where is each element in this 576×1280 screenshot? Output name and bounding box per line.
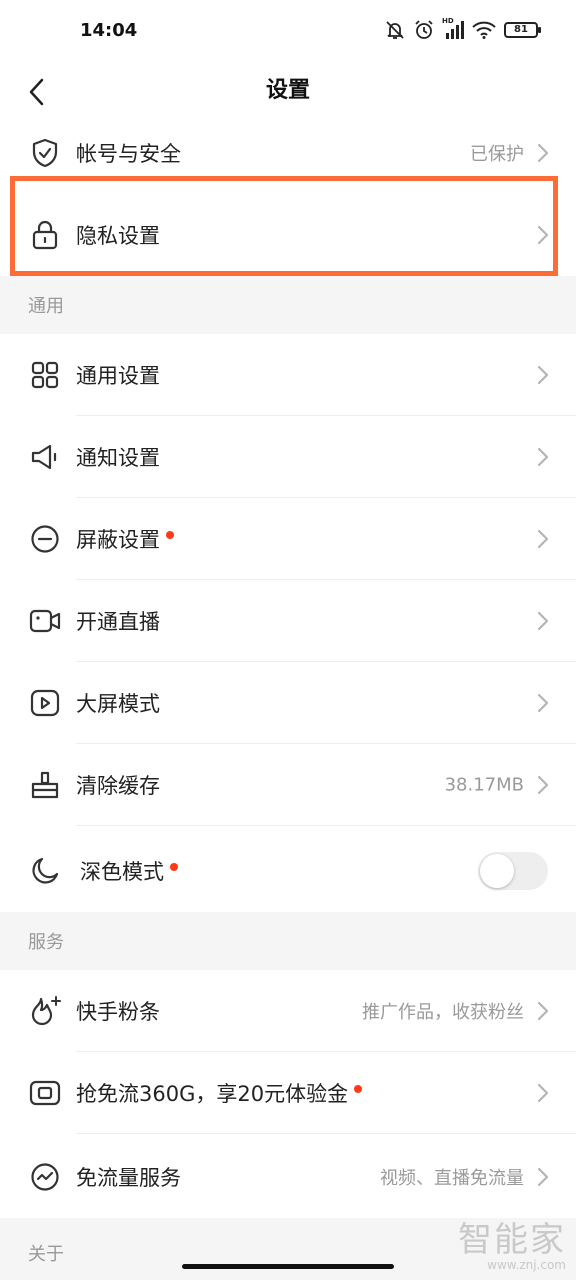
row-label-text: 深色模式: [80, 860, 164, 884]
watermark-url: www.znj.com: [487, 1258, 566, 1272]
row-general-settings[interactable]: 通用设置: [0, 334, 576, 416]
section-general: 通用: [0, 276, 576, 334]
section-title: 通用: [28, 296, 64, 317]
row-free-data-service[interactable]: 免流量服务 视频、直播免流量: [0, 1136, 576, 1218]
play-icon: [28, 686, 62, 720]
row-privacy-settings[interactable]: 隐私设置: [0, 194, 576, 276]
wifi-icon: [472, 21, 496, 39]
status-icons: HD 81: [384, 17, 541, 40]
row-label: 通用设置: [76, 364, 160, 388]
row-label: 深色模式: [80, 856, 178, 886]
status-time: 14:04: [80, 20, 138, 41]
status-bar: 14:04 HD 81: [0, 0, 576, 64]
chevron-right-icon: [537, 365, 549, 385]
dark-mode-toggle[interactable]: [478, 852, 548, 890]
row-value: 视频、直播免流量: [380, 1168, 524, 1189]
video-camera-icon: [28, 604, 62, 638]
chevron-right-icon: [537, 1167, 549, 1187]
row-account-security[interactable]: 帐号与安全 已保护: [0, 112, 576, 194]
section-services: 服务: [0, 912, 576, 970]
shield-icon: [28, 136, 62, 170]
minus-circle-icon: [28, 522, 62, 556]
row-notification-settings[interactable]: 通知设置: [0, 416, 576, 498]
row-value: 已保护: [470, 144, 524, 165]
row-label: 清除缓存: [76, 774, 160, 798]
new-dot: [354, 1085, 363, 1093]
row-block-settings[interactable]: 屏蔽设置: [0, 498, 576, 580]
chevron-right-icon: [537, 1001, 549, 1021]
chevron-right-icon: [537, 611, 549, 631]
row-label: 开通直播: [76, 610, 160, 634]
trend-circle-icon: [28, 1160, 62, 1194]
row-clear-cache[interactable]: 清除缓存 38.17MB: [0, 744, 576, 826]
row-kuaishou-fans[interactable]: 快手粉条 推广作品，收获粉丝: [0, 970, 576, 1052]
section-title: 关于: [28, 1244, 64, 1265]
alarm-icon: [414, 20, 434, 40]
chevron-right-icon: [537, 775, 549, 795]
row-label: 免流量服务: [76, 1166, 181, 1190]
brush-icon: [28, 768, 62, 802]
row-value: 推广作品，收获粉丝: [362, 1002, 524, 1023]
row-label: 隐私设置: [76, 224, 160, 248]
row-dark-mode: 深色模式: [0, 830, 576, 912]
mute-icon: [384, 20, 406, 40]
chevron-right-icon: [537, 529, 549, 549]
row-label: 通知设置: [76, 446, 160, 470]
row-label: 抢免流360G，享20元体验金: [76, 1078, 363, 1108]
sim-card-icon: [28, 1076, 62, 1110]
chevron-right-icon: [537, 225, 549, 245]
watermark: 智能家 www.znj.com: [458, 1222, 566, 1272]
row-label-text: 屏蔽设置: [76, 528, 160, 552]
lock-icon: [28, 218, 62, 252]
battery-icon: 81: [504, 22, 541, 38]
page-title: 设置: [265, 78, 310, 103]
row-value: 38.17MB: [444, 774, 524, 796]
row-big-screen-mode[interactable]: 大屏模式: [0, 662, 576, 744]
row-label: 帐号与安全: [76, 142, 181, 166]
new-dot: [166, 531, 174, 539]
moon-icon: [28, 854, 62, 888]
watermark-name: 智能家: [458, 1220, 566, 1260]
new-dot: [170, 863, 178, 871]
section-title: 服务: [28, 932, 64, 953]
chevron-right-icon: [537, 693, 549, 713]
chevron-right-icon: [537, 143, 549, 163]
home-indicator[interactable]: [182, 1264, 394, 1269]
row-free-data-360g[interactable]: 抢免流360G，享20元体验金: [0, 1052, 576, 1134]
row-label: 屏蔽设置: [76, 524, 174, 554]
row-start-live[interactable]: 开通直播: [0, 580, 576, 662]
network-label: HD: [442, 17, 454, 25]
signal-icon: HD: [442, 17, 464, 39]
fire-plus-icon: [28, 994, 62, 1028]
chevron-right-icon: [537, 1083, 549, 1103]
divider: [76, 825, 576, 826]
row-label: 快手粉条: [76, 1000, 160, 1024]
chevron-right-icon: [537, 447, 549, 467]
row-label-text: 抢免流360G，享20元体验金: [76, 1082, 349, 1106]
divider: [76, 1133, 576, 1134]
row-label: 大屏模式: [76, 692, 160, 716]
speaker-icon: [28, 440, 62, 474]
toggle-knob: [480, 854, 514, 888]
grid-icon: [28, 358, 62, 392]
